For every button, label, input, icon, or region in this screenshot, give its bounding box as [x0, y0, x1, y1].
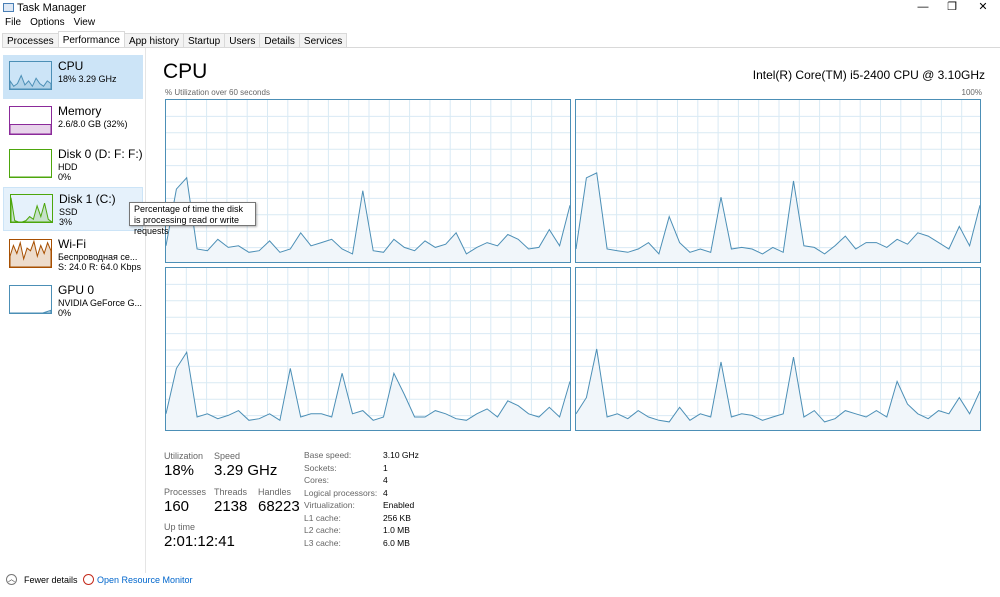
sidebar-item-detail-2: 0% [58, 172, 72, 182]
threads-value: 2138 [214, 498, 248, 515]
fewer-details-button[interactable]: Fewer details [24, 575, 78, 585]
tab-app-history[interactable]: App history [123, 33, 184, 47]
menu-bar: File Options View [0, 17, 99, 31]
detail-value: 256 KB [383, 512, 411, 523]
sidebar-thumbnail-graph [9, 239, 52, 268]
sidebar-item-detail-2: 3% [59, 217, 73, 227]
sidebar-item-detail: 18% 3.29 GHz [58, 74, 117, 84]
detail-value: 1 [383, 462, 388, 473]
utilization-label: Utilization [164, 451, 204, 461]
tab-users[interactable]: Users [224, 33, 261, 47]
task-manager-icon [3, 3, 14, 12]
speed-label: Speed [214, 451, 241, 461]
detail-value: 4 [383, 487, 388, 498]
sidebar-thumbnail-graph [9, 149, 52, 178]
sidebar-item-detail: HDD [58, 162, 78, 172]
sidebar-item-name: GPU 0 [58, 283, 95, 297]
menu-view[interactable]: View [74, 17, 96, 28]
maximize-button[interactable]: ❐ [937, 0, 967, 16]
menu-options[interactable]: Options [30, 17, 64, 28]
sidebar-item-detail: NVIDIA GeForce G... [58, 298, 143, 308]
sidebar-item-detail: Беспроводная се... [58, 252, 138, 262]
detail-label: L3 cache: [304, 537, 341, 548]
sidebar-item-detail: SSD [59, 207, 78, 217]
core-graph-2 [165, 267, 572, 432]
uptime-label: Up time [164, 522, 196, 532]
menu-file[interactable]: File [5, 17, 21, 28]
detail-label: Logical processors: [304, 487, 378, 498]
sidebar-item-detail: 2.6/8.0 GB (32%) [58, 119, 128, 129]
sidebar-thumbnail-graph [10, 194, 54, 223]
sidebar-item-cpu[interactable]: CPU 18% 3.29 GHz [3, 55, 143, 99]
tab-services[interactable]: Services [298, 33, 348, 47]
graph-max-label: 100% [961, 88, 982, 97]
page-title: CPU [163, 60, 208, 83]
title-bar: Task Manager — ❐ ✕ [0, 0, 1000, 16]
detail-value: 3.10 GHz [383, 450, 419, 460]
sidebar-item-name: Wi-Fi [58, 237, 86, 251]
resource-monitor-icon [83, 574, 94, 585]
sidebar-item-name: CPU [58, 59, 84, 73]
sidebar-item-wi-fi[interactable]: Wi-Fi Беспроводная се... S: 24.0 R: 64.0… [3, 233, 143, 277]
sidebar-item-disk-0[interactable]: Disk 0 (D: F: F:) HDD 0% [3, 143, 143, 187]
window-title: Task Manager [17, 2, 87, 14]
detail-value: Enabled [383, 500, 415, 510]
tab-bar: Processes Performance App history Startu… [2, 31, 1000, 48]
tab-startup[interactable]: Startup [182, 33, 226, 47]
sidebar-item-memory[interactable]: Memory 2.6/8.0 GB (32%) [3, 100, 143, 144]
cpu-model: Intel(R) Core(TM) i5-2400 CPU @ 3.10GHz [752, 68, 985, 82]
sidebar-thumbnail-graph [9, 106, 52, 135]
detail-value: 1.0 MB [383, 525, 410, 535]
graph-label: % Utilization over 60 seconds [165, 88, 270, 97]
detail-label: Base speed: [304, 450, 352, 460]
close-button[interactable]: ✕ [968, 0, 998, 16]
open-resource-monitor-link[interactable]: Open Resource Monitor [97, 575, 193, 585]
detail-value: 4 [383, 475, 388, 485]
detail-label: Cores: [304, 475, 330, 485]
handles-label: Handles [258, 487, 292, 497]
disk-tooltip: Percentage of time the disk is processin… [129, 202, 256, 236]
uptime-value: 2:01:12:41 [164, 533, 235, 550]
core-graph-1 [575, 99, 982, 264]
threads-label: Threads [214, 487, 248, 497]
sidebar-item-name: Memory [58, 104, 102, 118]
tab-performance[interactable]: Performance [57, 31, 125, 47]
detail-label: Virtualization: [304, 500, 355, 510]
sidebar-item-detail-2: S: 24.0 R: 64.0 Kbps [58, 262, 142, 272]
speed-value: 3.29 GHz [214, 462, 278, 479]
sidebar-item-detail-2: 0% [58, 308, 72, 318]
processes-value: 160 [164, 498, 190, 515]
sidebar-item-name: Disk 0 (D: F: F:) [58, 147, 143, 161]
handles-value: 68223 [258, 498, 300, 515]
sidebar-thumbnail-graph [9, 285, 52, 314]
detail-label: L2 cache: [304, 525, 341, 535]
sidebar-item-name: Disk 1 (C:) [59, 192, 116, 206]
resource-sidebar: CPU 18% 3.29 GHz Memory 2.6/8.0 GB (32%)… [0, 48, 146, 573]
sidebar-thumbnail-graph [9, 61, 52, 90]
core-graph-0 [165, 99, 572, 264]
tab-details[interactable]: Details [259, 33, 300, 47]
detail-label: L1 cache: [304, 512, 341, 523]
minimize-button[interactable]: — [908, 0, 938, 16]
detail-label: Sockets: [304, 462, 337, 473]
sidebar-item-gpu[interactable]: GPU 0 NVIDIA GeForce G... 0% [3, 279, 143, 323]
chevron-up-icon[interactable]: ︿ [6, 574, 17, 585]
tab-processes[interactable]: Processes [2, 33, 59, 47]
processes-label: Processes [164, 487, 207, 497]
detail-value: 6.0 MB [383, 537, 410, 548]
utilization-value: 18% [164, 462, 195, 479]
core-graph-3 [575, 267, 982, 432]
sidebar-item-disk-1[interactable]: Disk 1 (C:) SSD 3% [3, 187, 143, 231]
